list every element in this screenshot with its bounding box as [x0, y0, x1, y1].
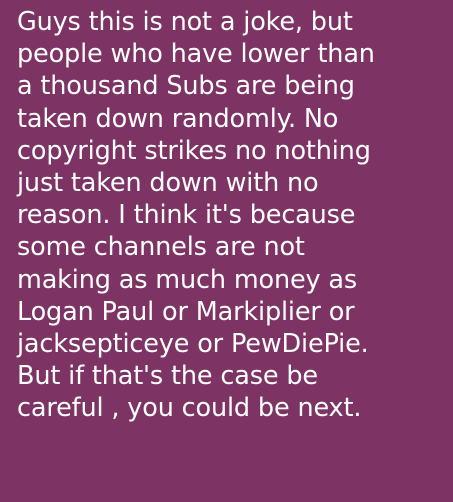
- message-line: just taken down with no: [17, 168, 319, 199]
- message-line: But if that's the case be: [17, 361, 318, 392]
- message-line: a thousand Subs are being: [17, 71, 355, 102]
- message-line: copyright strikes no nothing: [17, 135, 371, 166]
- message-line: some channels are not: [17, 232, 305, 263]
- message-line: people who have lower than: [17, 39, 375, 70]
- message-line: reason. I think it's because: [17, 200, 356, 231]
- message-line: taken down randomly. No: [17, 103, 339, 134]
- message-line: Logan Paul or Markiplier or: [17, 296, 355, 327]
- message-line: jacksepticeye or PewDiePie.: [17, 329, 369, 360]
- message-line: careful , you could be next.: [17, 393, 362, 424]
- message-bubble: Guys this is not a joke, but people who …: [0, 0, 453, 502]
- message-line: making as much money as: [17, 264, 358, 295]
- message-line: Guys this is not a joke, but: [17, 7, 353, 37]
- message-text: Guys this is not a joke, but people who …: [17, 6, 445, 425]
